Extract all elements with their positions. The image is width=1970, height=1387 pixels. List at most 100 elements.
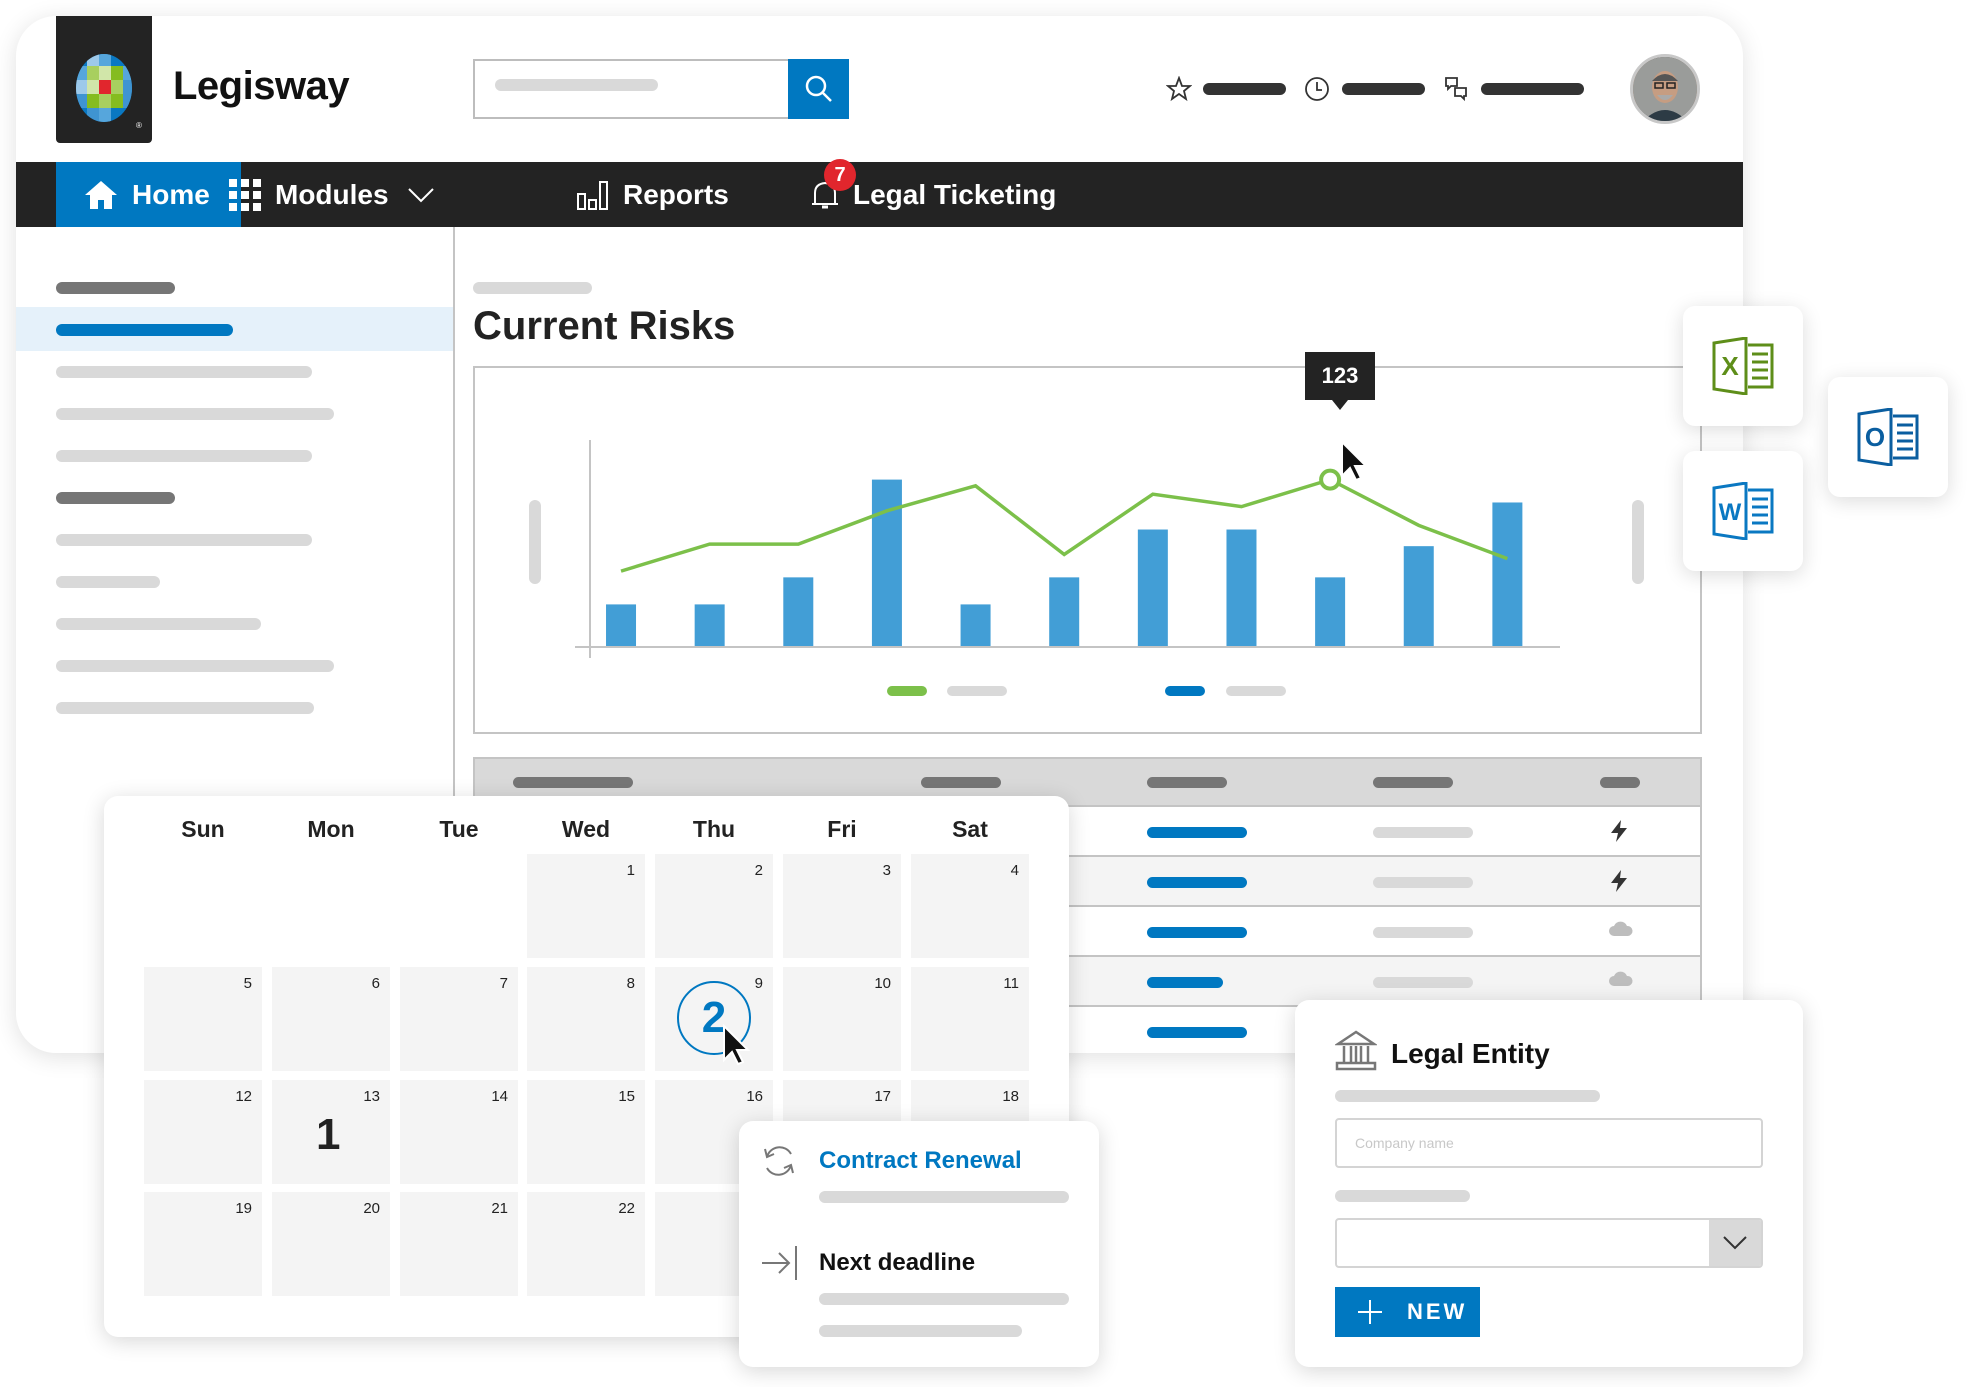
day-number: 20 [363, 1200, 380, 1217]
nav-reports[interactable]: Reports [577, 162, 729, 227]
chart-scroll-right[interactable] [1632, 500, 1644, 584]
calendar-day[interactable]: 1 [527, 854, 645, 958]
search-button[interactable] [788, 59, 849, 119]
search-placeholder-bar [495, 79, 658, 91]
calendar-day[interactable]: 10 [783, 967, 901, 1071]
column-header[interactable] [1600, 777, 1640, 788]
calendar-day[interactable]: 20 [272, 1192, 390, 1296]
grid-icon [229, 178, 261, 211]
sidebar-item-active[interactable] [56, 324, 233, 336]
nav-home[interactable]: Home [56, 162, 241, 227]
day-number: 14 [491, 1088, 508, 1105]
main-nav: Home Modules Reports Legal Ticketing 7 [16, 159, 1743, 227]
chart-bar[interactable] [1137, 529, 1168, 646]
calendar-day[interactable]: 14 [400, 1080, 518, 1184]
table-cell-link[interactable] [1147, 977, 1223, 988]
calendar-day[interactable]: 2 [655, 854, 773, 958]
chart-bar[interactable] [960, 604, 991, 646]
day-number: 15 [618, 1088, 635, 1105]
calendar-day[interactable]: 21 [400, 1192, 518, 1296]
sidebar-item[interactable] [56, 408, 334, 420]
chart-bar[interactable] [1492, 502, 1523, 646]
day-number: 5 [243, 975, 252, 992]
chart-point-highlight[interactable] [1319, 468, 1342, 491]
day-number: 16 [746, 1088, 763, 1105]
outlook-app-button[interactable]: O [1828, 377, 1948, 497]
select-toggle[interactable] [1709, 1220, 1761, 1266]
calendar-day[interactable]: 11 [911, 967, 1029, 1071]
calendar-day[interactable]: 92 [655, 967, 773, 1071]
chart-bar[interactable] [871, 479, 902, 646]
chart-bar[interactable] [606, 604, 637, 646]
day-number: 10 [874, 975, 891, 992]
calendar-day[interactable]: 19 [144, 1192, 262, 1296]
calendar-day[interactable]: 7 [400, 967, 518, 1071]
clock-icon[interactable] [1304, 76, 1330, 102]
chart-tooltip: 123 [1305, 352, 1375, 410]
contract-renewal-link[interactable]: Contract Renewal [819, 1147, 1022, 1175]
calendar-day[interactable]: 12 [144, 1080, 262, 1184]
excel-app-button[interactable]: X [1683, 306, 1803, 426]
user-avatar[interactable] [1630, 54, 1700, 124]
sidebar-item[interactable] [56, 450, 312, 462]
risk-chart [473, 366, 1702, 734]
table-cell-link[interactable] [1147, 1027, 1247, 1038]
table-cell-text [1373, 827, 1473, 838]
sidebar-item[interactable] [56, 576, 160, 588]
weekday-header: Tue [439, 816, 479, 842]
sidebar-heading [56, 282, 175, 294]
chart-scroll-left[interactable] [529, 500, 541, 584]
calendar-day[interactable]: 6 [272, 967, 390, 1071]
calendar-day[interactable]: 13 1 [272, 1080, 390, 1184]
column-header[interactable] [921, 777, 1001, 788]
chat-icon[interactable] [1443, 75, 1471, 103]
word-app-button[interactable]: W [1683, 451, 1803, 571]
table-cell-link[interactable] [1147, 827, 1247, 838]
messages-link[interactable] [1481, 83, 1584, 95]
sidebar-item[interactable] [56, 366, 312, 378]
chart-svg [575, 440, 1560, 658]
sidebar-item[interactable] [56, 702, 314, 714]
chart-bar[interactable] [694, 604, 725, 646]
column-header[interactable] [1147, 777, 1227, 788]
nav-reports-label: Reports [623, 178, 729, 210]
notification-badge: 7 [824, 159, 856, 191]
day-number: 4 [1010, 862, 1019, 879]
svg-text:®: ® [136, 121, 142, 130]
sidebar-item[interactable] [56, 618, 261, 630]
nav-legal-ticketing-label: Legal Ticketing [853, 178, 1057, 210]
day-number: 6 [371, 975, 380, 992]
table-cell-link[interactable] [1147, 877, 1247, 888]
day-number: 11 [1003, 975, 1019, 992]
nav-modules-label: Modules [275, 178, 389, 210]
company-name-input[interactable]: Company name [1335, 1118, 1763, 1168]
new-button[interactable]: NEW [1335, 1287, 1480, 1337]
calendar-day[interactable]: 3 [783, 854, 901, 958]
sidebar-item[interactable] [56, 660, 334, 672]
column-header[interactable] [1373, 777, 1453, 788]
svg-text:X: X [1721, 351, 1739, 381]
entity-select[interactable] [1335, 1218, 1763, 1268]
calendar-day[interactable]: 5 [144, 967, 262, 1071]
avatar-portrait [1633, 57, 1697, 121]
table-cell-link[interactable] [1147, 927, 1247, 938]
event-count[interactable]: 1 [316, 1110, 340, 1160]
chart-bar[interactable] [783, 577, 814, 646]
calendar-day[interactable]: 8 [527, 967, 645, 1071]
chart-bar[interactable] [1049, 577, 1080, 646]
calendar-day[interactable]: 4 [911, 854, 1029, 958]
nav-modules[interactable]: Modules [229, 162, 435, 227]
star-icon[interactable] [1166, 76, 1192, 102]
favorites-link[interactable] [1203, 83, 1286, 95]
svg-text:W: W [1719, 499, 1742, 526]
calendar-day[interactable]: 22 [527, 1192, 645, 1296]
calendar-day[interactable]: 15 [527, 1080, 645, 1184]
chart-bar[interactable] [1315, 577, 1346, 646]
column-header[interactable] [513, 777, 633, 788]
search-input[interactable] [473, 59, 791, 119]
recent-link[interactable] [1342, 83, 1425, 95]
plus-icon [1358, 1300, 1382, 1324]
sidebar-item[interactable] [56, 534, 312, 546]
chart-bar[interactable] [1226, 529, 1257, 646]
chart-bar[interactable] [1403, 546, 1434, 646]
